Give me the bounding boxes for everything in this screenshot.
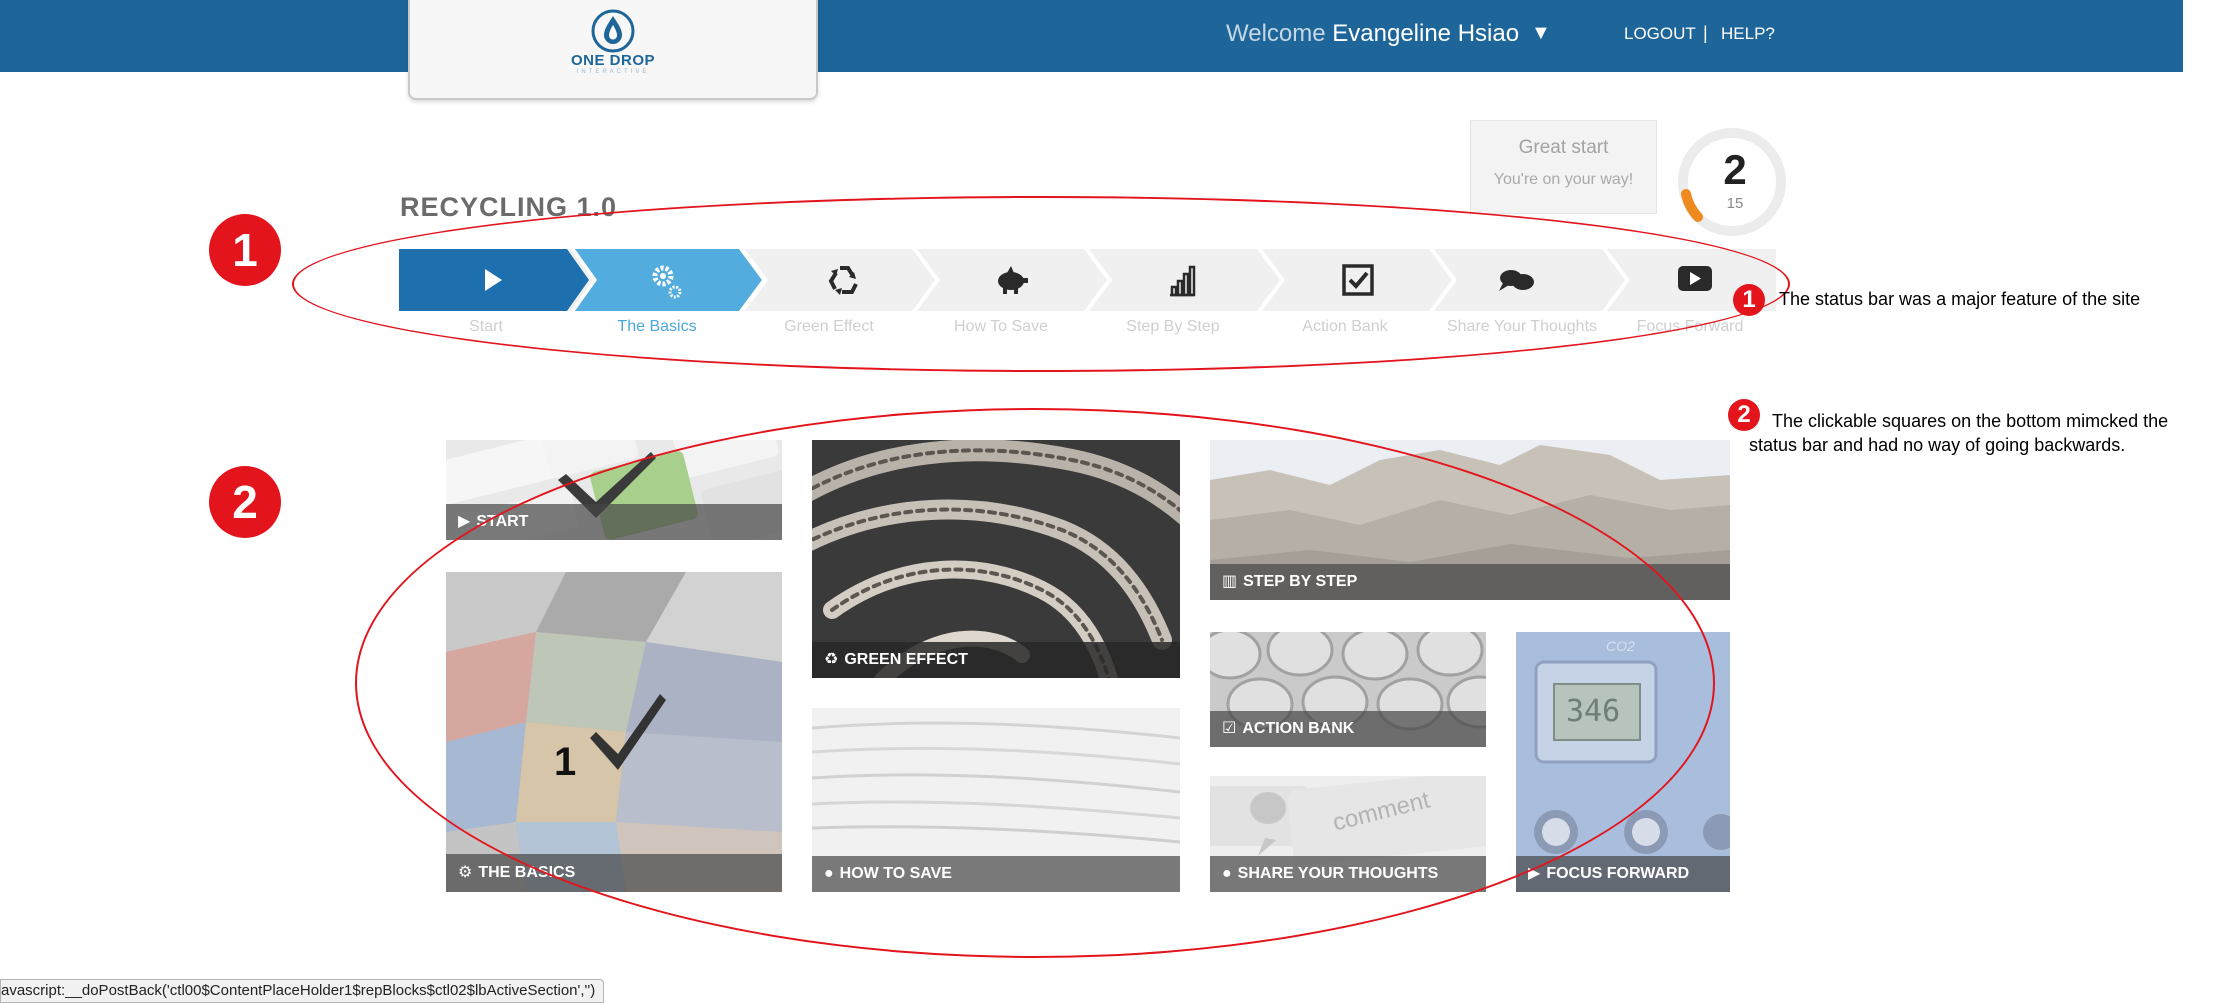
progress-message-card: Great start You're on your way! [1470, 120, 1657, 214]
annotation-note-2-line-1: The clickable squares on the bottom mimc… [1772, 411, 2169, 431]
score-value: 2 [1723, 146, 1747, 193]
annotation-note-2-line-2: status bar and had no way of going backw… [1749, 435, 2126, 455]
logout-link[interactable]: LOGOUT [1624, 24, 1696, 44]
top-header-bar [0, 0, 2183, 72]
annotation-note-badge-2: 2 [1728, 399, 1760, 431]
annotation-note-badge-1: 1 [1733, 284, 1765, 316]
annotation-badge-2: 2 [209, 466, 281, 538]
user-menu-caret-icon[interactable]: ▼ [1531, 22, 1551, 45]
score-gauge-fill [1681, 189, 1703, 222]
user-name[interactable]: Evangeline Hsiao [1332, 20, 1519, 47]
water-drop-logo-icon [591, 9, 635, 53]
annotation-note-1: The status bar was a major feature of th… [1779, 289, 2141, 309]
help-link[interactable]: HELP? [1721, 24, 1775, 44]
progress-message-title: Great start [1518, 137, 1609, 158]
annotation-ellipse-tiles [355, 408, 1715, 958]
logo-card[interactable]: ONE DROP INTERACTIVE [408, 0, 818, 100]
progress-message-subtitle: You're on your way! [1493, 171, 1634, 188]
browser-status-url: avascript:__doPostBack('ctl00$ContentPla… [0, 979, 605, 1003]
annotation-badge-1: 1 [209, 214, 281, 286]
annotation-ellipse-status-bar [292, 196, 1790, 372]
header-link-separator: | [1703, 23, 1708, 43]
logo-subtext: INTERACTIVE [576, 69, 650, 75]
tile-focus-forward-text: FOCUS FORWARD [1546, 865, 1690, 882]
gears-icon: ⚙ [458, 864, 473, 881]
welcome-label: Welcome [1226, 20, 1326, 47]
score-max: 15 [1726, 195, 1744, 212]
welcome-message: Welcome Evangeline Hsiao [1226, 20, 1519, 48]
logo-text: ONE DROP [570, 52, 655, 69]
